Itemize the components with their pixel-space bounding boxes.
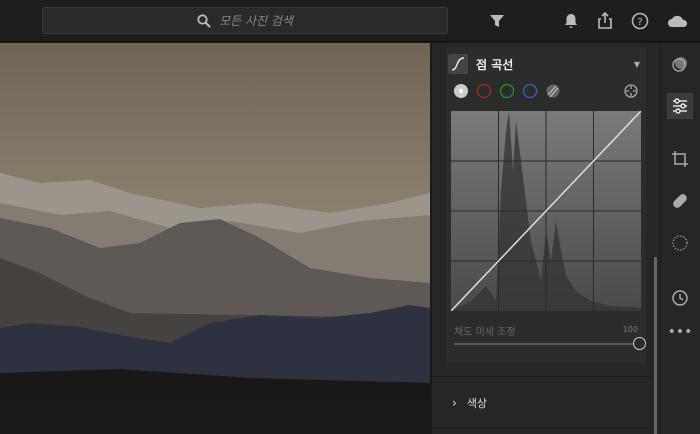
healing-icon[interactable] (667, 188, 693, 214)
masking-icon[interactable] (667, 230, 693, 256)
history-icon[interactable] (667, 285, 693, 311)
cloud-icon[interactable] (666, 11, 690, 31)
saturation-value[interactable]: 100 (623, 325, 638, 334)
curve-icon (448, 54, 468, 74)
color-section-label: 색상 (466, 397, 488, 410)
panel-scrollbar[interactable] (654, 257, 657, 434)
curve-title: 점 곡선 (476, 57, 514, 72)
saturation-slider[interactable] (454, 337, 646, 350)
parametric-curve-icon[interactable] (546, 84, 560, 98)
crop-icon[interactable] (667, 146, 693, 172)
filter-icon[interactable] (487, 11, 507, 31)
saturation-label: 채도 미세 조정 (454, 327, 516, 338)
channel-rgb-button[interactable] (454, 84, 468, 98)
divider (432, 376, 656, 377)
color-section-header[interactable]: › 색상 (452, 395, 487, 411)
channel-blue-button[interactable] (523, 84, 537, 98)
svg-text:?: ? (637, 17, 642, 28)
presets-icon[interactable] (667, 51, 693, 77)
collapse-caret-icon[interactable]: ▼ (634, 60, 640, 69)
curve-header[interactable]: 점 곡선 ▼ (448, 53, 644, 75)
photo-preview[interactable] (0, 43, 430, 400)
share-icon[interactable] (595, 11, 615, 31)
filmstrip-area (0, 400, 430, 434)
edit-panel: 점 곡선 ▼ 채도 미세 조정 100 › 색상 (432, 43, 660, 434)
slider-thumb[interactable] (633, 337, 646, 350)
help-icon[interactable]: ? (630, 11, 650, 31)
chevron-right-icon: › (452, 396, 457, 410)
top-bar: 모든 사진 검색 ? (0, 0, 700, 42)
divider (432, 427, 656, 428)
point-curve-card: 점 곡선 ▼ 채도 미세 조정 100 (446, 47, 646, 363)
curve-graph[interactable] (451, 111, 641, 311)
channel-green-button[interactable] (500, 84, 514, 98)
channel-selector (454, 84, 560, 98)
search-input[interactable]: 모든 사진 검색 (42, 7, 448, 34)
channel-red-button[interactable] (477, 84, 491, 98)
search-icon (197, 13, 211, 28)
more-options-icon[interactable]: ••• (667, 319, 693, 345)
target-adjust-icon[interactable] (624, 84, 638, 98)
edit-sliders-icon[interactable] (667, 93, 693, 119)
tool-rail: ••• (660, 43, 700, 434)
search-placeholder: 모든 사진 검색 (219, 14, 293, 28)
bell-icon[interactable] (561, 11, 581, 31)
landscape-photo (0, 43, 430, 400)
